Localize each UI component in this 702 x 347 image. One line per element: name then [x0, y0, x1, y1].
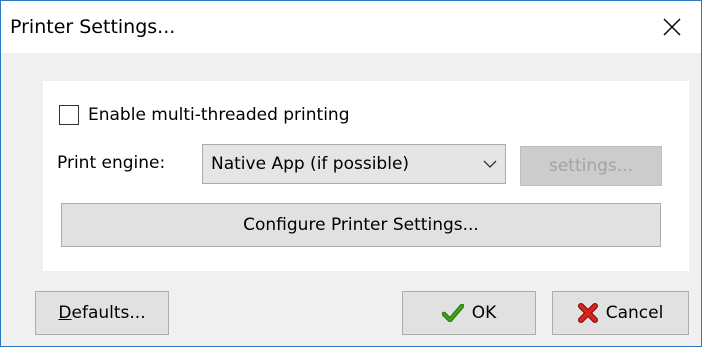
- printer-settings-dialog: Printer Settings... Enable multi-threade…: [0, 0, 702, 347]
- chevron-down-icon: [475, 160, 505, 168]
- engine-settings-label: settings...: [548, 156, 633, 176]
- configure-printer-settings-button[interactable]: Configure Printer Settings...: [61, 203, 661, 247]
- title-bar: Printer Settings...: [1, 1, 701, 53]
- settings-panel: Enable multi-threaded printing Print eng…: [43, 81, 689, 271]
- close-icon: [663, 18, 681, 36]
- print-engine-select[interactable]: Native App (if possible): [202, 144, 506, 184]
- print-engine-value: Native App (if possible): [211, 154, 410, 174]
- ok-label: OK: [471, 303, 497, 323]
- configure-label: Configure Printer Settings...: [243, 215, 479, 235]
- defaults-button[interactable]: Defaults...: [35, 291, 169, 335]
- cancel-button[interactable]: Cancel: [552, 291, 689, 335]
- multithread-option[interactable]: Enable multi-threaded printing: [59, 101, 350, 129]
- multithread-label[interactable]: Enable multi-threaded printing: [88, 105, 350, 125]
- engine-settings-button[interactable]: settings...: [520, 146, 662, 186]
- print-engine-label: Print engine:: [57, 153, 166, 173]
- red-x-icon: [577, 303, 598, 323]
- cancel-label: Cancel: [605, 303, 664, 323]
- ok-button[interactable]: OK: [402, 291, 536, 335]
- close-button[interactable]: [643, 1, 701, 53]
- defaults-label: Defaults...: [58, 303, 146, 323]
- dialog-title: Printer Settings...: [10, 16, 176, 38]
- checkmark-icon: [441, 304, 464, 322]
- multithread-checkbox[interactable]: [59, 105, 79, 125]
